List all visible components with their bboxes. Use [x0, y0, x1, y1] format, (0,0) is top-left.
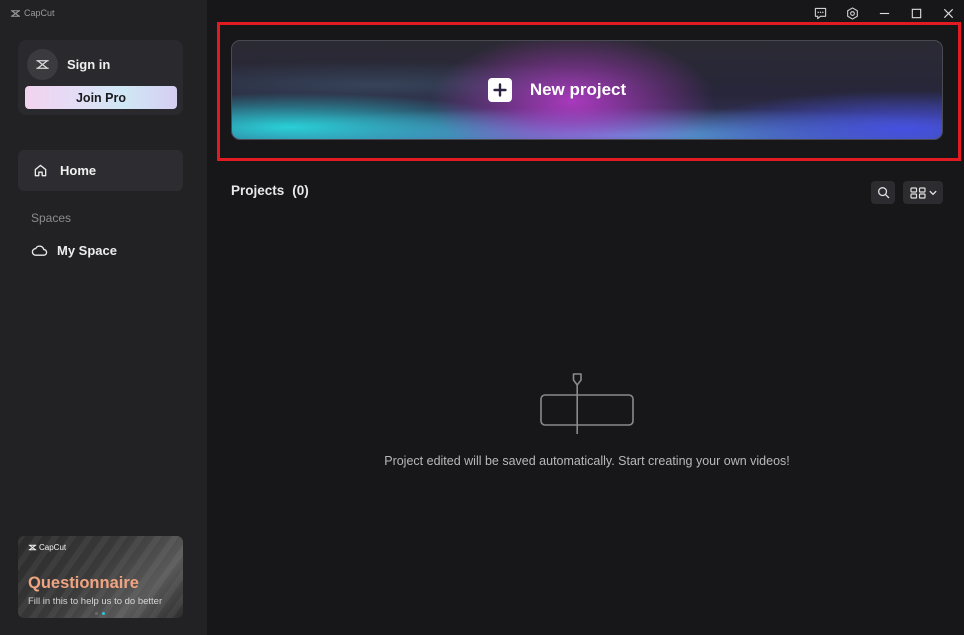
sign-in-link[interactable]: Sign in — [67, 57, 110, 72]
spaces-heading: Spaces — [31, 211, 72, 225]
feedback-icon — [814, 7, 826, 19]
avatar[interactable] — [27, 49, 58, 80]
sidebar-item-home-label: Home — [60, 163, 97, 178]
new-project-content: New project — [232, 41, 942, 139]
capcut-avatar-icon — [36, 60, 49, 69]
capcut-logo-icon — [10, 9, 21, 17]
promo-brand: CapCut — [28, 543, 66, 552]
app-brand-name: CapCut — [24, 8, 55, 18]
carousel-dot-active[interactable] — [102, 612, 105, 615]
plus-glyph-icon — [493, 83, 507, 97]
close-icon — [943, 8, 953, 18]
gear-icon — [846, 6, 858, 20]
questionnaire-promo[interactable]: CapCut Questionnaire Fill in this to hel… — [18, 536, 183, 618]
empty-state-message: Project edited will be saved automatical… — [384, 454, 790, 468]
minimize-icon — [879, 12, 889, 14]
promo-title: Questionnaire — [28, 574, 139, 592]
projects-count: (0) — [292, 183, 309, 198]
search-button[interactable] — [871, 181, 895, 204]
sidebar: CapCut Sign in Join Pro Home Spaces My S… — [0, 0, 207, 635]
plus-icon — [487, 78, 512, 102]
promo-carousel-dots — [95, 612, 105, 615]
sidebar-item-my-space-label: My Space — [57, 242, 117, 258]
maximize-icon — [911, 8, 921, 18]
search-icon — [877, 187, 889, 199]
home-icon — [34, 164, 47, 177]
projects-label: Projects — [231, 183, 285, 198]
promo-brand-name: CapCut — [39, 543, 67, 552]
empty-timeline-icon — [540, 373, 634, 434]
sidebar-item-my-space[interactable]: My Space — [18, 236, 183, 264]
grid-view-icon — [909, 186, 926, 199]
capcut-logo-icon — [28, 544, 37, 551]
new-project-label: New project — [529, 80, 627, 99]
carousel-dot[interactable] — [95, 612, 98, 615]
account-card: Sign in Join Pro — [18, 40, 183, 115]
view-mode-dropdown[interactable] — [903, 181, 943, 204]
sidebar-item-home[interactable]: Home — [18, 150, 183, 191]
join-pro-button[interactable]: Join Pro — [25, 86, 177, 109]
new-project-button[interactable]: New project — [231, 40, 943, 140]
capcut-window: CapCut Sign in Join Pro Home Spaces My S… — [0, 0, 964, 635]
promo-subtitle: Fill in this to help us to do better — [28, 596, 163, 607]
chevron-down-icon — [929, 190, 936, 195]
projects-heading: Projects (0) — [231, 183, 309, 198]
cloud-icon — [31, 244, 48, 256]
app-brand: CapCut — [10, 5, 55, 21]
